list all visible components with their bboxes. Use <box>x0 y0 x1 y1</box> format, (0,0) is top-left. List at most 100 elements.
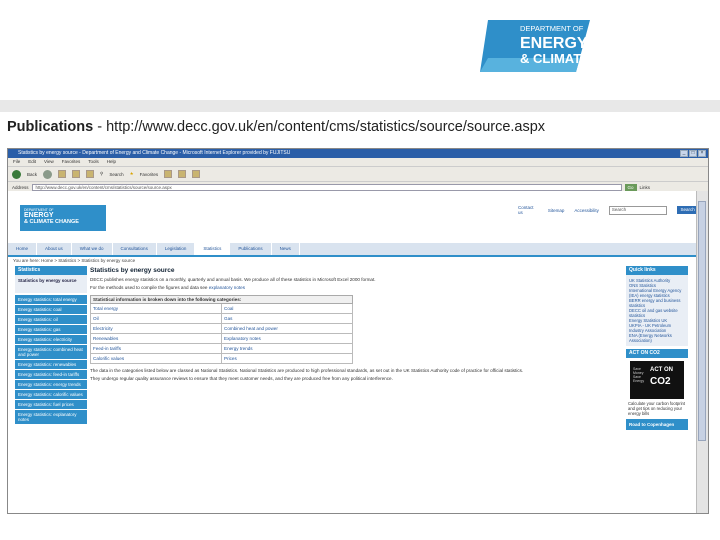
menu-help[interactable]: Help <box>107 158 116 166</box>
table-row: Calorific values Prices <box>90 353 353 364</box>
nav-statistics[interactable]: Statistics <box>195 243 231 255</box>
sidebar-item-fuel-prices[interactable]: Energy statistics: fuel prices <box>15 400 87 409</box>
refresh-icon[interactable] <box>72 170 81 178</box>
home-icon[interactable] <box>86 170 95 178</box>
act-small-text: Save Money Save Energy <box>633 367 645 383</box>
contact-us-link[interactable]: Contact us <box>518 205 538 215</box>
sidebar-item-electricity[interactable]: Energy statistics: electricity <box>15 335 87 344</box>
minimize-icon[interactable]: _ <box>680 150 688 157</box>
favorites-button[interactable]: Favorites <box>140 172 159 177</box>
close-icon[interactable]: × <box>698 150 706 157</box>
menu-favorites[interactable]: Favorites <box>62 158 81 166</box>
site-logo-line3: & CLIMATE CHANGE <box>24 219 79 225</box>
sidebar-item-renewables[interactable]: Energy statistics: renewables <box>15 360 87 369</box>
table-cell-link[interactable]: Gas <box>221 313 353 324</box>
web-page: DEPARTMENT OF ENERGY & CLIMATE CHANGE Co… <box>8 191 699 513</box>
table-header: Statistical information is broken down i… <box>90 295 353 304</box>
history-icon[interactable] <box>164 170 173 178</box>
sidebar-item-energy-trends[interactable]: Energy statistics: energy trends <box>15 380 87 389</box>
quick-link[interactable]: ENA (Energy Networks Association) <box>629 333 685 343</box>
menu-view[interactable]: View <box>44 158 54 166</box>
site-logo[interactable]: DEPARTMENT OF ENERGY & CLIMATE CHANGE <box>20 205 106 231</box>
nav-news[interactable]: News <box>272 243 300 255</box>
quality-note: They undergo regular quality assurance r… <box>90 376 393 381</box>
title-label: Publications <box>7 119 94 135</box>
menu-edit[interactable]: Edit <box>28 158 36 166</box>
right-column: Quick links UK Statistics Authority ONS … <box>626 266 688 430</box>
menu-tools[interactable]: Tools <box>88 158 99 166</box>
copenhagen-banner[interactable]: Road to Copenhagen <box>626 419 688 430</box>
table-cell-link[interactable]: Calorific values <box>90 353 222 364</box>
sidebar-item-feed-in[interactable]: Energy statistics: feed-in tariffs <box>15 370 87 379</box>
sidebar-item-coal[interactable]: Energy statistics: coal <box>15 305 87 314</box>
forward-icon[interactable] <box>43 169 53 179</box>
title-separator: - <box>93 119 107 135</box>
table-row: Total energy Coal <box>90 303 353 314</box>
links-label[interactable]: Links <box>640 185 651 190</box>
sidebar-item-notes[interactable]: Energy statistics: explanatory notes <box>15 410 87 424</box>
method-text: For the methods used to compile the figu… <box>90 285 615 291</box>
sitemap-link[interactable]: Sitemap <box>548 208 565 213</box>
page-title: Statistics by energy source <box>90 267 175 274</box>
quick-link[interactable]: International Energy Agency (IEA) energy… <box>629 288 685 298</box>
menu-bar: File Edit View Favorites Tools Help <box>8 158 708 167</box>
table-cell-link[interactable]: Total energy <box>90 303 222 314</box>
menu-file[interactable]: File <box>13 158 20 166</box>
table-cell-link[interactable]: Feed-in tariffs <box>90 343 222 354</box>
table-cell-link[interactable]: Explanatory notes <box>221 333 353 344</box>
act-on-co2-heading[interactable]: ACT ON CO2 <box>626 349 688 358</box>
logo-line3: & CLIMATE CHANGE <box>520 51 650 66</box>
sidebar-item-oil[interactable]: Energy statistics: oil <box>15 315 87 324</box>
quick-link[interactable]: DECC oil and gas website statistics <box>629 308 685 318</box>
go-button[interactable]: Go <box>624 183 637 191</box>
accessibility-link[interactable]: Accessibility <box>574 208 599 213</box>
slide-title: Publications - http://www.decc.gov.uk/en… <box>7 119 545 135</box>
toolbar: Back ⚲ Search ★ Favorites <box>8 167 708 182</box>
scrollbar-thumb[interactable] <box>698 201 706 441</box>
table-cell-link[interactable]: Combined heat and power <box>221 323 353 334</box>
logo-line2: ENERGY <box>520 35 588 52</box>
quick-link[interactable]: BERR energy and business statistics <box>629 298 685 308</box>
act-on-text: ACT ON <box>650 367 673 373</box>
stop-icon[interactable] <box>58 170 67 178</box>
vertical-scrollbar[interactable] <box>696 191 708 513</box>
table-cell-link[interactable]: Prices <box>221 353 353 364</box>
site-search-input[interactable]: Search <box>608 205 667 215</box>
quick-link[interactable]: UKPIA - UK Petroleum Industry Associatio… <box>629 323 685 333</box>
window-titlebar: Statistics by energy source - Department… <box>8 149 708 158</box>
act-on-co2-banner[interactable]: Save Money Save Energy ACT ON CO2 <box>630 361 684 399</box>
search-icon[interactable]: ⚲ <box>100 171 103 177</box>
table-cell-link[interactable]: Renewables <box>90 333 222 344</box>
sidebar-current-item[interactable]: Statistics by energy source <box>15 275 87 293</box>
explanatory-notes-link[interactable]: explanatory notes <box>209 285 245 290</box>
back-button[interactable]: Back <box>27 172 37 177</box>
left-sidebar: Statistics Statistics by energy source E… <box>15 266 87 425</box>
back-icon[interactable] <box>12 169 21 179</box>
sidebar-item-total-energy[interactable]: Energy statistics: total energy <box>15 295 87 304</box>
table-cell-link[interactable]: Energy trends <box>221 343 353 354</box>
nav-about-us[interactable]: About us <box>37 243 72 255</box>
mail-icon[interactable] <box>178 170 187 178</box>
search-button[interactable]: Search <box>109 172 123 177</box>
nav-legislation[interactable]: Legislation <box>157 243 196 255</box>
act-caption[interactable]: Calculate your carbon footprint and get … <box>626 401 688 416</box>
sidebar-item-calorific[interactable]: Energy statistics: calorific values <box>15 390 87 399</box>
sidebar-item-gas[interactable]: Energy statistics: gas <box>15 325 87 334</box>
nav-publications[interactable]: Publications <box>230 243 272 255</box>
favorites-icon[interactable]: ★ <box>130 171 134 177</box>
nav-home[interactable]: Home <box>8 243 38 255</box>
nav-consultations[interactable]: Consultations <box>113 243 157 255</box>
sidebar-item-chp[interactable]: Energy statistics: combined heat and pow… <box>15 345 87 359</box>
title-url: http://www.decc.gov.uk/en/content/cms/st… <box>106 119 546 135</box>
decc-logo: DEPARTMENT OF ENERGY & CLIMATE CHANGE <box>480 20 650 72</box>
table-cell-link[interactable]: Electricity <box>90 323 222 334</box>
nav-what-we-do[interactable]: What we do <box>72 243 113 255</box>
address-input[interactable]: http://www.decc.gov.uk/en/content/cms/st… <box>31 183 622 191</box>
maximize-icon[interactable]: □ <box>689 150 697 157</box>
main-content: Statistics by energy source DECC publish… <box>90 266 615 384</box>
table-cell-link[interactable]: Coal <box>221 303 353 314</box>
quick-links-heading: Quick links <box>626 266 688 275</box>
sidebar-heading[interactable]: Statistics <box>15 266 87 275</box>
table-cell-link[interactable]: Oil <box>90 313 222 324</box>
print-icon[interactable] <box>192 170 201 178</box>
